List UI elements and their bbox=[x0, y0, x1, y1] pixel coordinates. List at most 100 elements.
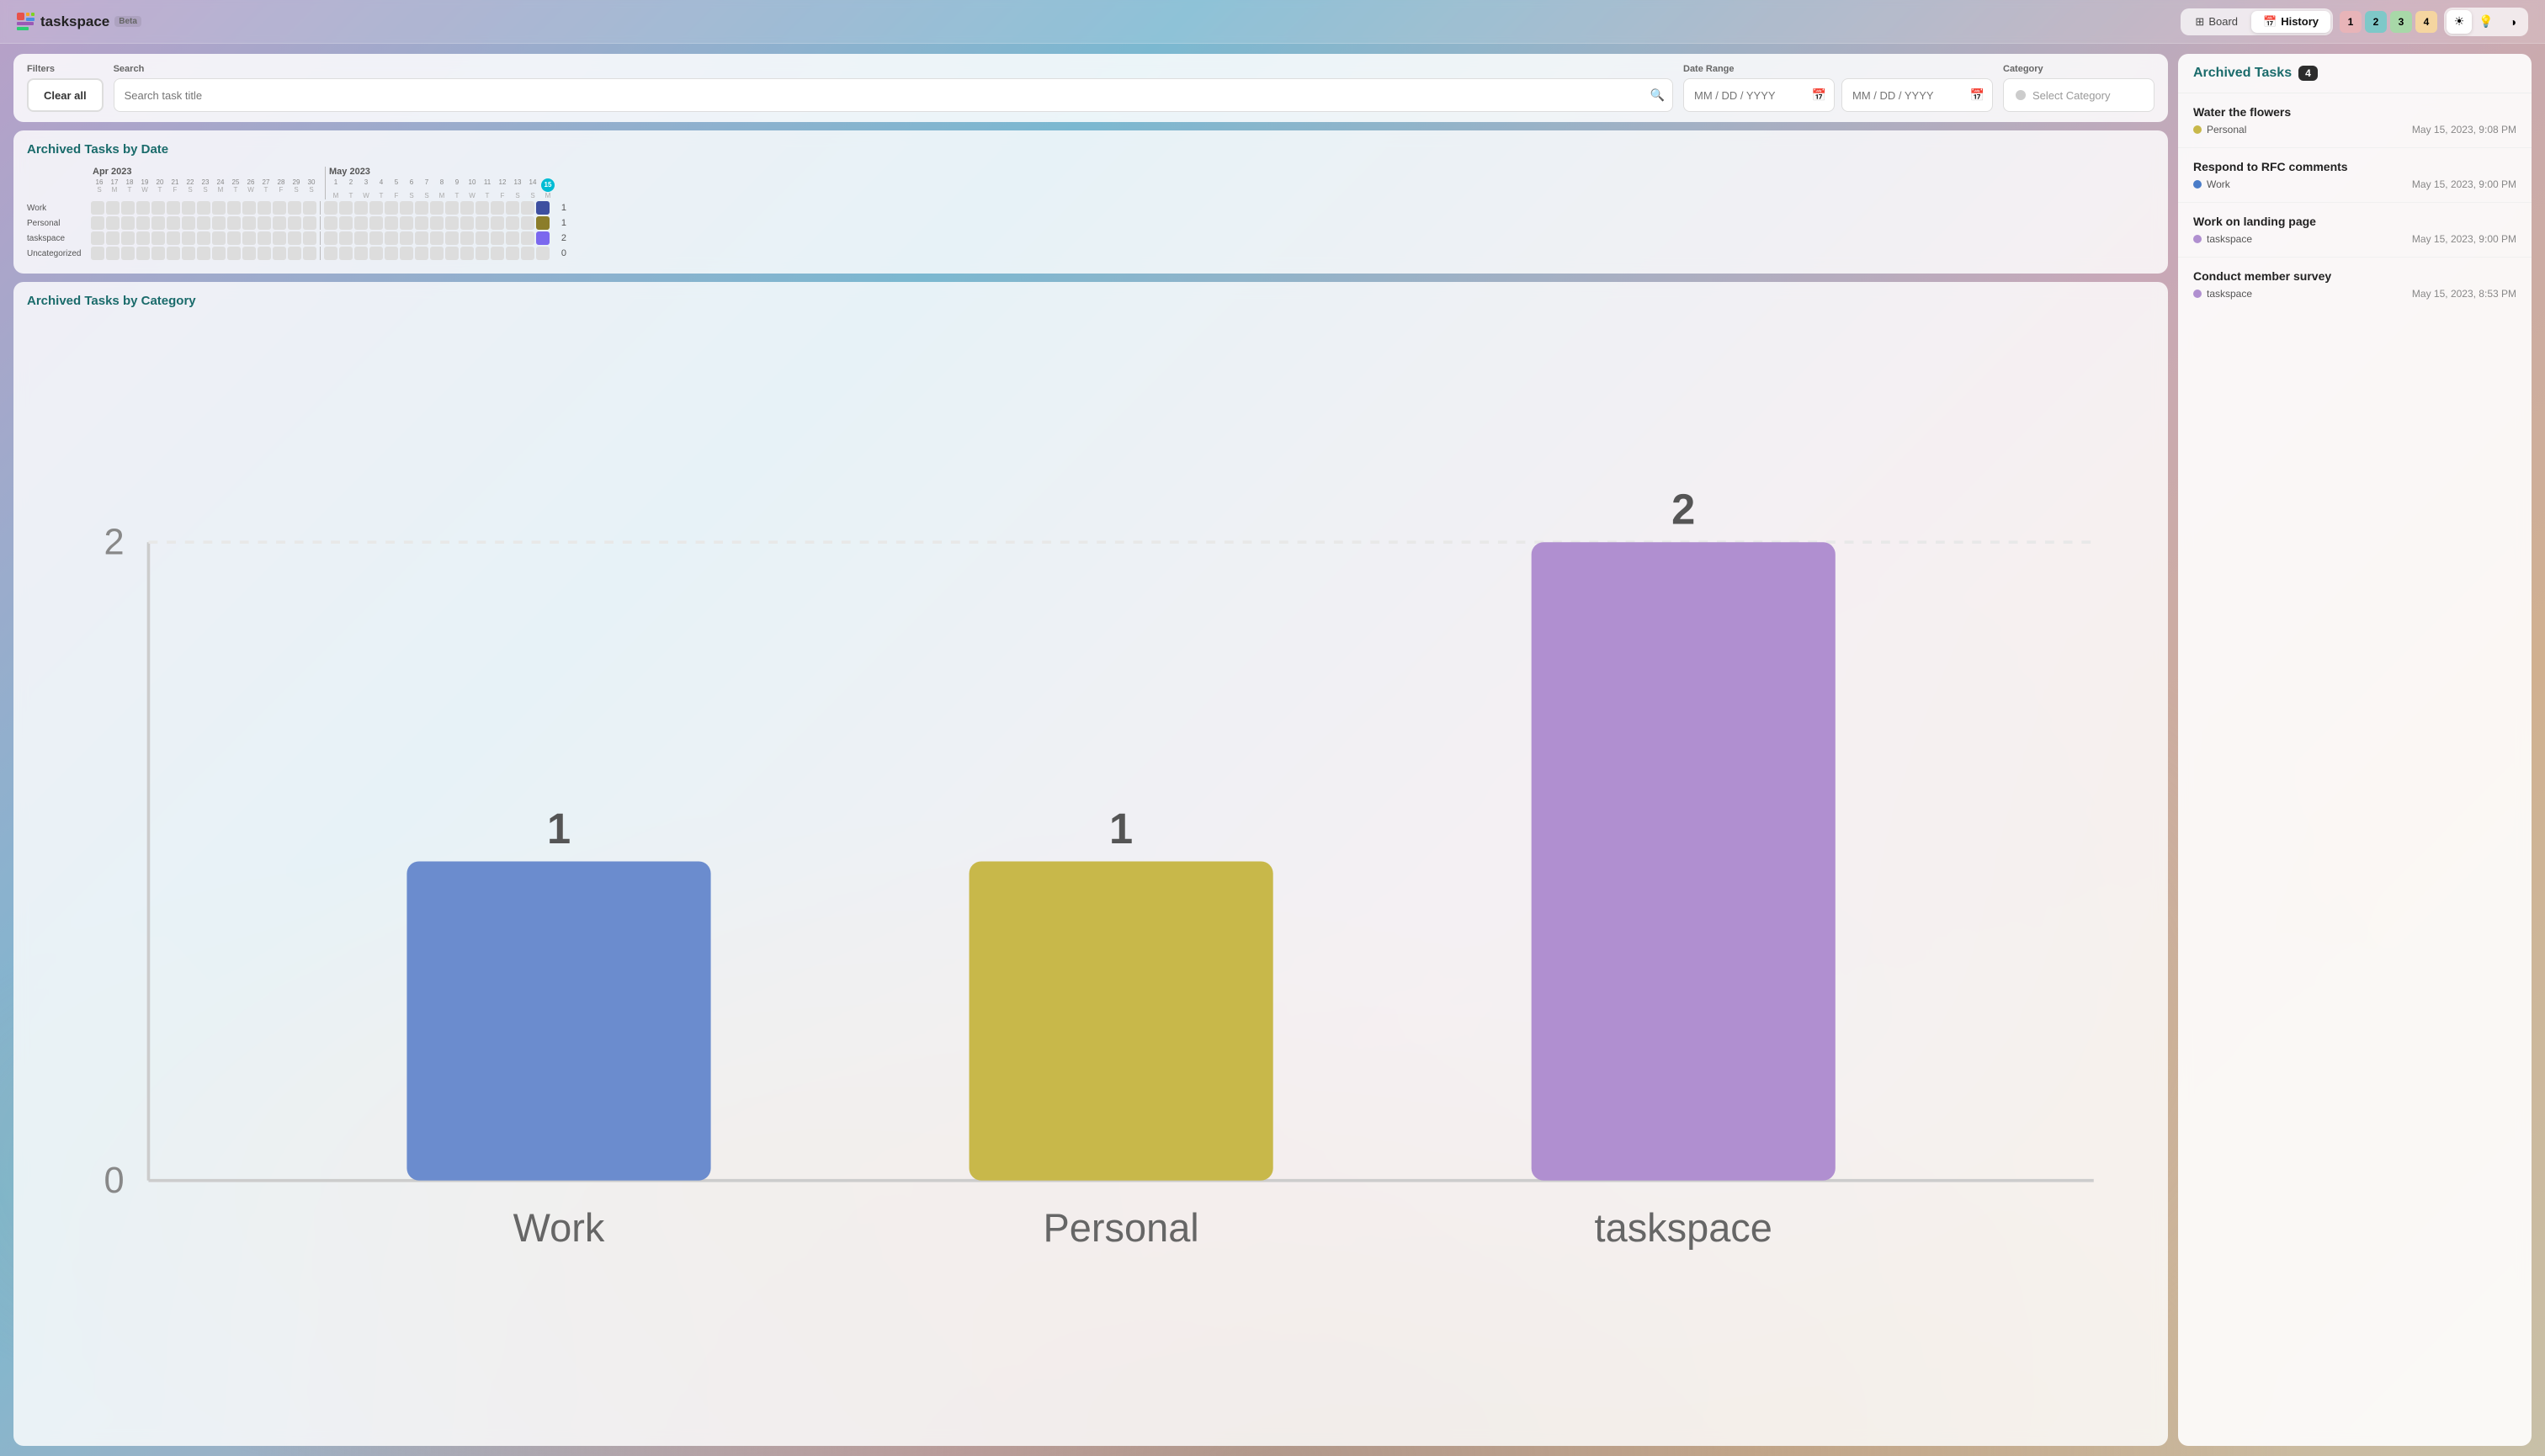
date-start-wrap: 📅 bbox=[1683, 78, 1835, 112]
heatmap-cell bbox=[521, 201, 534, 215]
badge-3-label: 3 bbox=[2399, 16, 2404, 28]
badge-4-label: 4 bbox=[2424, 16, 2430, 28]
search-input-wrap: 🔍 bbox=[114, 78, 1673, 112]
heatmap-cell bbox=[476, 247, 489, 260]
task-item[interactable]: Conduct member survey taskspace May 15, … bbox=[2178, 258, 2532, 311]
heatmap-cell bbox=[354, 216, 368, 230]
history-tab[interactable]: 📅 History bbox=[2251, 11, 2330, 33]
heatmap-row: taskspace2 bbox=[27, 231, 2154, 245]
heatmap-cell bbox=[476, 231, 489, 245]
heatmap-cell bbox=[369, 201, 383, 215]
light-theme-btn[interactable]: ☀ bbox=[2447, 10, 2472, 34]
search-group: Search 🔍 bbox=[114, 64, 1673, 112]
task-item[interactable]: Respond to RFC comments Work May 15, 202… bbox=[2178, 148, 2532, 203]
task-item[interactable]: Water the flowers Personal May 15, 2023,… bbox=[2178, 93, 2532, 148]
svg-text:taskspace: taskspace bbox=[1595, 1206, 1772, 1250]
heatmap-cell bbox=[227, 231, 241, 245]
heatmap-cell bbox=[288, 231, 301, 245]
search-input[interactable] bbox=[114, 78, 1673, 112]
svg-text:2: 2 bbox=[1671, 486, 1695, 534]
heatmap-row-label: Personal bbox=[27, 219, 89, 228]
heatmap-cell bbox=[197, 216, 210, 230]
heatmap-cell bbox=[506, 247, 519, 260]
heatmap-cell bbox=[506, 216, 519, 230]
heatmap-cell bbox=[385, 231, 398, 245]
num-badge-4[interactable]: 4 bbox=[2415, 11, 2437, 33]
heatmap-cell bbox=[136, 216, 150, 230]
dark-theme-btn[interactable]: ◑ bbox=[2500, 10, 2526, 34]
top-bar: taskspace Beta ⊞ Board 📅 History 1 2 3 bbox=[0, 0, 2545, 44]
heatmap-cell bbox=[227, 216, 241, 230]
task-cat-dot bbox=[2193, 235, 2202, 243]
clear-all-button[interactable]: Clear all bbox=[27, 78, 104, 112]
badge-2-label: 2 bbox=[2373, 16, 2379, 28]
heatmap-cell bbox=[167, 247, 180, 260]
num-badge-3[interactable]: 3 bbox=[2390, 11, 2412, 33]
heatmap-cell bbox=[354, 247, 368, 260]
heatmap-cell bbox=[288, 201, 301, 215]
heatmap-cell bbox=[182, 216, 195, 230]
heatmap-cell bbox=[460, 231, 474, 245]
archived-tasks-title: Archived Tasks bbox=[2193, 66, 2292, 81]
month-divider bbox=[325, 167, 326, 199]
bulb-theme-btn[interactable]: 💡 bbox=[2473, 10, 2499, 34]
task-time: May 15, 2023, 8:53 PM bbox=[2412, 288, 2516, 300]
num-badge-1[interactable]: 1 bbox=[2340, 11, 2362, 33]
heatmap-cell bbox=[445, 216, 459, 230]
heatmap-cell bbox=[258, 216, 271, 230]
search-icon: 🔍 bbox=[1650, 88, 1665, 103]
heatmap-cell bbox=[106, 231, 120, 245]
category-select[interactable]: Select Category bbox=[2003, 78, 2154, 112]
heatmap-cell bbox=[273, 231, 286, 245]
heatmap-cell bbox=[415, 247, 428, 260]
heatmap-cell bbox=[273, 216, 286, 230]
heatmap-cell bbox=[258, 231, 271, 245]
heatmap-cell bbox=[167, 201, 180, 215]
heatmap-cell bbox=[400, 216, 413, 230]
left-panel: Filters Clear all Search 🔍 Date Range 📅 bbox=[13, 54, 2168, 1446]
heatmap-cell bbox=[536, 247, 550, 260]
heatmap-cell bbox=[415, 201, 428, 215]
heatmap-cell bbox=[227, 201, 241, 215]
heatmap-cell bbox=[536, 201, 550, 215]
heatmap-cell bbox=[506, 231, 519, 245]
bar-chart-container: 021Work1Personal2taskspace bbox=[27, 318, 2154, 1435]
filter-bar: Filters Clear all Search 🔍 Date Range 📅 bbox=[13, 54, 2168, 122]
heatmap-cell bbox=[369, 247, 383, 260]
task-list: Water the flowers Personal May 15, 2023,… bbox=[2178, 93, 2532, 1446]
category-group: Category Select Category bbox=[2003, 64, 2154, 112]
heatmap-row: Work1 bbox=[27, 201, 2154, 215]
heatmap-cell bbox=[227, 247, 241, 260]
heatmap-cell bbox=[258, 247, 271, 260]
heatmap-cell bbox=[106, 201, 120, 215]
svg-text:Personal: Personal bbox=[1043, 1206, 1198, 1250]
heatmap-cell bbox=[400, 247, 413, 260]
heatmap-cell bbox=[288, 216, 301, 230]
heatmap-cell bbox=[430, 216, 444, 230]
heatmap-cell bbox=[91, 201, 104, 215]
right-panel: Archived Tasks 4 Water the flowers Perso… bbox=[2178, 54, 2532, 1446]
heatmap-cell bbox=[106, 247, 120, 260]
task-meta: taskspace May 15, 2023, 9:00 PM bbox=[2193, 233, 2516, 245]
heatmap-cell bbox=[400, 231, 413, 245]
heatmap-cell bbox=[182, 247, 195, 260]
heatmap-cell bbox=[354, 201, 368, 215]
task-category: Work bbox=[2193, 178, 2230, 190]
task-item[interactable]: Work on landing page taskspace May 15, 2… bbox=[2178, 203, 2532, 258]
heatmap-row-label: Work bbox=[27, 204, 89, 213]
heatmap-cell bbox=[212, 201, 226, 215]
num-badge-2[interactable]: 2 bbox=[2365, 11, 2387, 33]
category-dot bbox=[2016, 90, 2026, 100]
heatmap-cell bbox=[415, 231, 428, 245]
task-cat-label: Personal bbox=[2207, 124, 2246, 136]
svg-text:Work: Work bbox=[513, 1206, 605, 1250]
heatmap-cell bbox=[385, 201, 398, 215]
num-badges: 1 2 3 4 bbox=[2340, 11, 2437, 33]
heatmap-cell bbox=[521, 247, 534, 260]
task-time: May 15, 2023, 9:00 PM bbox=[2412, 178, 2516, 190]
heatmap-cell bbox=[151, 201, 165, 215]
heatmap-row-count: 2 bbox=[556, 233, 566, 243]
archived-tasks-header: Archived Tasks 4 bbox=[2178, 54, 2532, 93]
board-tab[interactable]: ⊞ Board bbox=[2183, 11, 2250, 33]
task-name: Water the flowers bbox=[2193, 105, 2516, 119]
